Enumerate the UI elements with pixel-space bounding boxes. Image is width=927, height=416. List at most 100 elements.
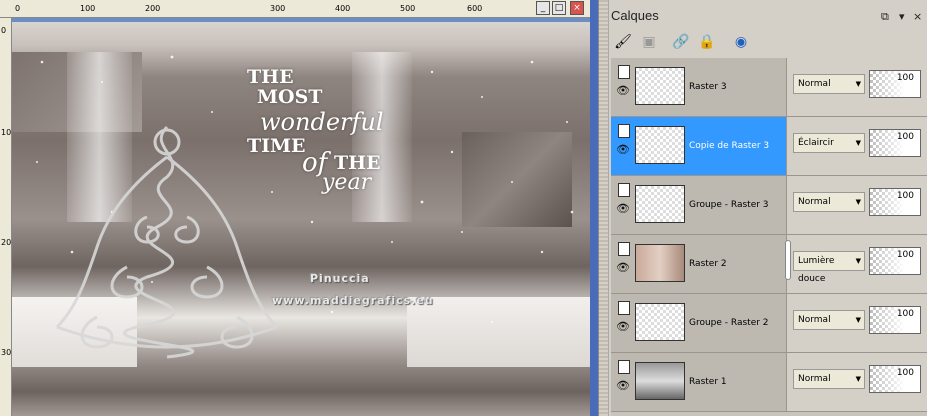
layer-controls: Normal ▼ 100 (786, 176, 927, 234)
panel-splitter-handle[interactable] (785, 240, 791, 280)
close-button[interactable]: × (570, 1, 584, 15)
horizontal-ruler: 0 100 200 300 400 500 600 _ □ × (0, 0, 590, 18)
eye-icon[interactable]: 👁 (616, 84, 630, 98)
blend-mode-value: Normal (798, 374, 831, 384)
blend-mode-select[interactable]: Lumière douce ▼ (793, 251, 865, 284)
group-layer-icon (618, 183, 630, 197)
chevron-down-icon: ▼ (855, 257, 861, 265)
ruler-label: 400 (335, 4, 351, 13)
panel-title: Calques (611, 8, 659, 23)
opacity-value: 100 (896, 368, 914, 378)
blend-mode-value: Lumière douce (798, 256, 835, 284)
close-panel-icon[interactable]: × (913, 10, 922, 23)
eye-icon[interactable]: 👁 (616, 320, 630, 334)
image-canvas[interactable]: THE MOST wonderful TIME of THE year Pinu… (12, 22, 590, 416)
group-layer-icon (618, 301, 630, 315)
blend-mode-value: Normal (798, 79, 831, 89)
blend-mode-select[interactable]: Normal ▼ (793, 310, 865, 330)
layer-thumbnail (635, 185, 685, 223)
ruler-label: 500 (400, 4, 416, 13)
ruler-label: 300 (270, 4, 286, 13)
title-line-wonderful: wonderful (260, 108, 384, 136)
layer-row[interactable]: 👁 Groupe - Raster 3 Normal ▼ 100 (611, 176, 927, 235)
eye-icon[interactable]: 👁 (616, 261, 630, 275)
blend-mode-select[interactable]: Normal ▼ (793, 74, 865, 94)
title-line-most: MOST (257, 86, 323, 108)
layer-main[interactable]: 👁 Raster 2 (611, 235, 786, 293)
opacity-field[interactable]: 100 (869, 306, 921, 334)
lock-icon[interactable]: 🔒 (697, 32, 717, 52)
layer-main[interactable]: 👁 Raster 1 (611, 353, 786, 411)
panel-menu-arrow-icon[interactable]: ▾ (899, 10, 905, 23)
opacity-field[interactable]: 100 (869, 247, 921, 275)
watermark-author: Pinuccia (310, 272, 370, 285)
ruler-label: 0 (1, 26, 7, 35)
layer-main[interactable]: 👁 Copie de Raster 3 (611, 117, 786, 175)
blend-mode-value: Normal (798, 197, 831, 207)
maximize-button[interactable]: □ (552, 1, 566, 15)
layer-thumbnail (635, 244, 685, 282)
raster-layer-icon (618, 242, 630, 256)
layer-name: Raster 1 (689, 377, 727, 387)
layer-main[interactable]: 👁 Groupe - Raster 2 (611, 294, 786, 352)
ruler-label: 100 (80, 4, 96, 13)
blend-mode-select[interactable]: Normal ▼ (793, 192, 865, 212)
layer-row[interactable]: 👁 Raster 3 Normal ▼ 100 (611, 58, 927, 117)
blend-mode-select[interactable]: Éclaircir ▼ (793, 133, 865, 153)
ruler-label: 0 (15, 4, 21, 13)
layer-thumbnail (635, 303, 685, 341)
eye-icon[interactable]: 👁 (616, 143, 630, 157)
raster-layer-icon (618, 124, 630, 138)
ruler-label: 100 (1, 128, 12, 137)
layer-thumbnail (635, 126, 685, 164)
opacity-value: 100 (896, 250, 914, 260)
layer-main[interactable]: 👁 Raster 3 (611, 58, 786, 116)
opacity-field[interactable]: 100 (869, 188, 921, 216)
layer-row[interactable]: 👁 Raster 2 Lumière douce ▼ 100 (611, 235, 927, 294)
new-layer-icon[interactable]: ◉ (731, 32, 751, 52)
layer-row[interactable]: 👁 Raster 1 Normal ▼ 100 (611, 353, 927, 412)
ruler-label: 200 (1, 238, 12, 247)
blend-mode-select[interactable]: Normal ▼ (793, 369, 865, 389)
layer-name: Groupe - Raster 3 (689, 200, 769, 210)
eye-icon[interactable]: 👁 (616, 202, 630, 216)
opacity-field[interactable]: 100 (869, 129, 921, 157)
layer-name: Groupe - Raster 2 (689, 318, 769, 328)
float-panel-icon[interactable]: ⧉ (881, 10, 889, 24)
window-scrollbar[interactable] (590, 0, 598, 416)
raster-layer-icon (618, 360, 630, 374)
chevron-down-icon: ▼ (855, 198, 861, 206)
vertical-ruler: 0 100 200 300 (0, 18, 12, 416)
chevron-down-icon: ▼ (855, 375, 861, 383)
watermark-url: www.maddiegrafics.eu (272, 294, 434, 307)
layer-row[interactable]: 👁 Copie de Raster 3 Éclaircir ▼ 100 (611, 117, 927, 176)
blend-mode-value: Éclaircir (798, 138, 834, 148)
blend-mode-value: Normal (798, 315, 831, 325)
layers-panel: Calques ⧉ ▾ × 🖌 ▣ 🔗 🔒 ◉ 👁 Raster 3 Norma… (598, 0, 927, 416)
ruler-label: 600 (467, 4, 483, 13)
raster-layer-icon (618, 65, 630, 79)
opacity-value: 100 (896, 309, 914, 319)
layer-controls: Éclaircir ▼ 100 (786, 117, 927, 175)
opacity-field[interactable]: 100 (869, 70, 921, 98)
layer-thumbnail (635, 67, 685, 105)
layer-controls: Normal ▼ 100 (786, 353, 927, 411)
opacity-value: 100 (896, 73, 914, 83)
opacity-value: 100 (896, 132, 914, 142)
mask-icon[interactable]: ▣ (639, 32, 659, 52)
eye-icon[interactable]: 👁 (616, 379, 630, 393)
chevron-down-icon: ▼ (855, 80, 861, 88)
layer-name: Raster 3 (689, 82, 727, 92)
layers-list: 👁 Raster 3 Normal ▼ 100 👁 Copie de Raster… (611, 58, 927, 416)
canvas-window: 0 100 200 300 400 500 600 _ □ × 0 100 20… (0, 0, 598, 416)
ruler-label: 300 (1, 348, 12, 357)
layer-row[interactable]: 👁 Groupe - Raster 2 Normal ▼ 100 (611, 294, 927, 353)
layer-thumbnail (635, 362, 685, 400)
layer-properties-icon[interactable]: 🖌 (613, 32, 633, 52)
layer-main[interactable]: 👁 Groupe - Raster 3 (611, 176, 786, 234)
opacity-field[interactable]: 100 (869, 365, 921, 393)
chevron-down-icon: ▼ (855, 139, 861, 147)
panel-grip[interactable] (599, 0, 609, 416)
link-icon[interactable]: 🔗 (671, 32, 691, 52)
minimize-button[interactable]: _ (536, 1, 550, 15)
